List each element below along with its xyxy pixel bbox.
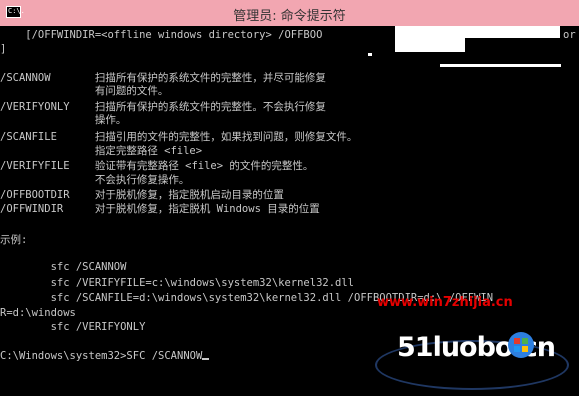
- console-line-3: /SCANNOW 扫描所有保护的系统文件的完整性，并尽可能修复: [0, 72, 326, 84]
- console-line-17: sfc /VERIFYFILE=c:\windows\system32\kern…: [0, 277, 355, 289]
- console-line-16: sfc /SCANNOW: [0, 261, 127, 273]
- console-line-14: 示例:: [0, 234, 28, 246]
- windows-logo-icon: [508, 332, 534, 358]
- console-line-11: /OFFBOOTDIR 对于脱机修复，指定脱机启动目录的位置: [0, 189, 284, 201]
- console-line-1: ]: [0, 43, 7, 55]
- console-line-8: 指定完整路径 <file>: [0, 145, 203, 157]
- console-line-9: /VERIFYFILE 验证带有完整路径 <file> 的文件的完整性。: [0, 160, 314, 172]
- console-line-10: 不会执行修复操作。: [0, 174, 190, 186]
- console-line-20: sfc /VERIFYONLY: [0, 321, 146, 333]
- window-title: 管理员: 命令提示符: [233, 9, 346, 24]
- redaction-block: [395, 26, 465, 52]
- redaction-block: [465, 26, 560, 38]
- command-prompt-window: C:\. 管理员: 命令提示符 [/OFFWINDIR=<offline win…: [0, 0, 579, 396]
- prompt-text: C:\Windows\system32>SFC /SCANNOW: [0, 350, 203, 362]
- console-line-12: /OFFWINDIR 对于脱机修复，指定脱机 Windows 目录的位置: [0, 203, 320, 215]
- text-cursor: [202, 358, 210, 360]
- redaction-block: [440, 64, 561, 67]
- console-line-0: [/OFFWINDIR=<offline windows directory> …: [0, 29, 323, 41]
- console-line-19: R=d:\windows: [0, 307, 76, 319]
- console-line-7: /SCANFILE 扫描引用的文件的完整性，如果找到问题，则修复文件。: [0, 131, 358, 143]
- title-bar[interactable]: C:\. 管理员: 命令提示符: [0, 0, 579, 26]
- redaction-block: [368, 53, 372, 56]
- watermark-url: www.win7zhijia.cn: [377, 295, 513, 310]
- console-line-6: 操作。: [0, 114, 127, 126]
- console-line-0-tail: or: [563, 29, 576, 41]
- console-line-5: /VERIFYONLY 扫描所有保护的系统文件的完整性。不会执行修复: [0, 101, 326, 113]
- console-line-4: 有问题的文件。: [0, 85, 169, 97]
- command-prompt-line[interactable]: C:\Windows\system32>SFC /SCANNOW: [0, 350, 210, 362]
